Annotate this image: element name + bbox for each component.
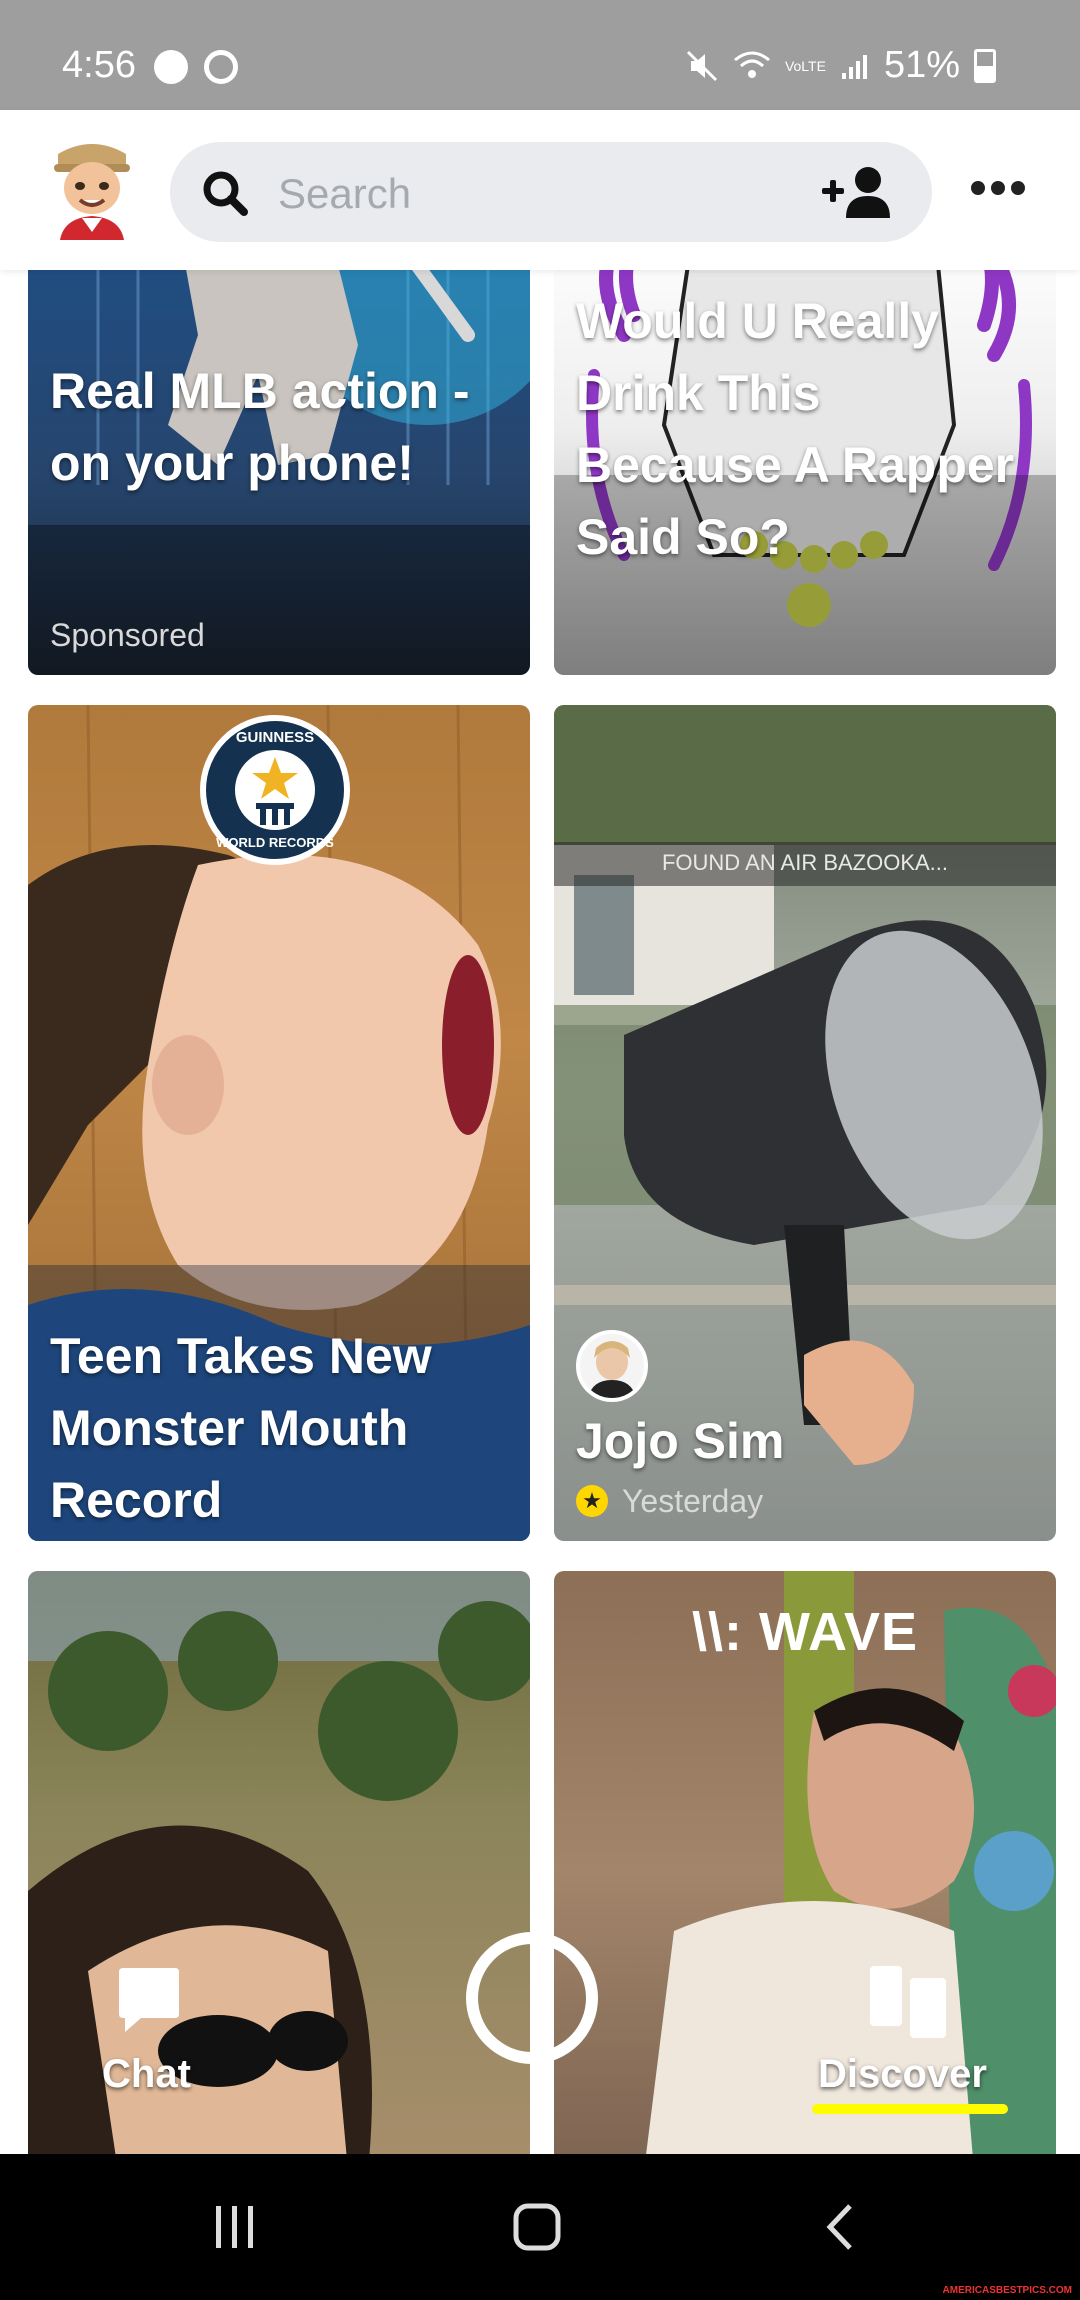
back-icon[interactable] <box>818 2202 868 2252</box>
tile-title: Would U Really Drink This Because A Rapp… <box>576 293 1015 565</box>
discover-tile-rapper[interactable]: Would U Really Drink This Because A Rapp… <box>554 225 1056 675</box>
caption-banner: FOUND AN AIR BAZOOKA... <box>554 842 1056 886</box>
discover-tile-monster-mouth[interactable]: GUINNESS WORLD RECORDS Teen Takes New Mo… <box>28 705 530 1541</box>
mute-icon <box>686 50 717 81</box>
wave-logo-text: \\: WAVE <box>691 1602 918 1662</box>
pokeball-notification-icon <box>204 50 238 84</box>
discover-tile-jojo-sim[interactable]: FOUND AN AIR BAZOOKA... Jojo Sim ★ Yeste… <box>554 705 1056 1541</box>
search-bar[interactable] <box>170 142 932 242</box>
status-bar: 4:56 VoLTE 51% <box>0 0 1080 110</box>
battery-icon <box>974 48 996 83</box>
guinness-badge-top-text: GUINNESS <box>235 729 315 746</box>
wifi-icon <box>733 51 770 78</box>
chat-icon[interactable] <box>117 1966 181 2036</box>
guinness-badge: GUINNESS WORLD RECORDS <box>200 715 350 865</box>
creator-avatar <box>576 1330 648 1402</box>
post-time: Yesterday <box>622 1483 764 1519</box>
home-icon[interactable] <box>512 2202 562 2252</box>
watermark: AMERICASBESTPICS.COM <box>942 2285 1072 2296</box>
discover-icon[interactable] <box>870 1966 946 2038</box>
camera-capture-button[interactable] <box>466 1932 598 2064</box>
music-notification-icon <box>154 50 188 84</box>
chat-tab-label[interactable]: Chat <box>102 2052 191 2097</box>
search-icon <box>203 171 248 216</box>
caption-banner-text: FOUND AN AIR BAZOOKA... <box>661 850 949 875</box>
status-icons: VoLTE 51% <box>685 44 996 87</box>
tile-title: Real MLB action - on your phone! <box>50 363 470 491</box>
battery-percent: 51% <box>883 44 960 86</box>
guinness-badge-bottom-text: WORLD RECORDS <box>216 835 334 850</box>
system-navigation-bar <box>0 2154 1080 2300</box>
discover-tab-label[interactable]: Discover <box>818 2052 987 2097</box>
tile-title: Teen Takes New Monster Mouth Record <box>50 1328 432 1528</box>
active-tab-indicator <box>812 2104 1008 2114</box>
recent-apps-icon[interactable] <box>210 2202 260 2252</box>
more-options-icon[interactable] <box>968 178 1028 198</box>
discover-tile-mlb[interactable]: Real MLB action - on your phone! Sponsor… <box>28 225 530 675</box>
search-input[interactable] <box>276 166 780 222</box>
sponsored-label: Sponsored <box>50 617 205 653</box>
volte-icon: VoLTE <box>784 57 826 74</box>
verified-star-icon: ★ <box>576 1485 608 1517</box>
profile-avatar[interactable] <box>50 140 134 240</box>
add-friend-icon[interactable] <box>820 164 892 220</box>
header <box>0 110 1080 270</box>
status-time: 4:56 <box>62 44 136 86</box>
signal-icon <box>841 54 867 79</box>
creator-name: Jojo Sim <box>576 1413 785 1469</box>
